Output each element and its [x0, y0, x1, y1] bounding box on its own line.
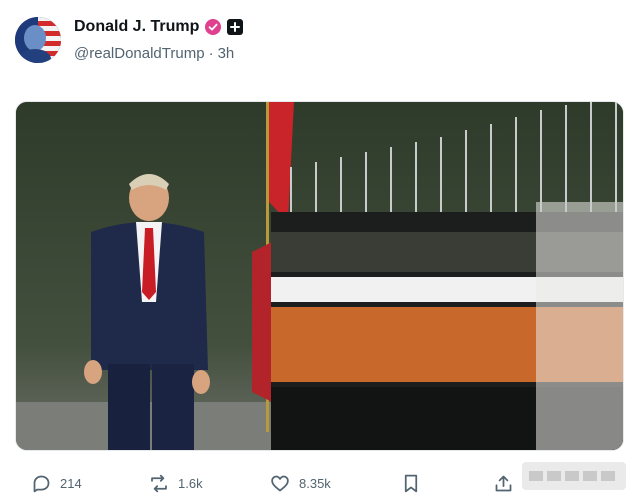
- heart-icon: [269, 473, 291, 494]
- post-time[interactable]: 3h: [218, 45, 235, 62]
- like-button[interactable]: 8.35k: [269, 473, 331, 494]
- post-header: Donald J. Trump @realDonaldTrump · 3h: [15, 15, 625, 63]
- post-photo[interactable]: [15, 101, 624, 451]
- add-follow-icon[interactable]: [227, 19, 244, 35]
- display-name[interactable]: Donald J. Trump: [74, 18, 199, 36]
- reply-icon: [31, 473, 52, 494]
- like-count: 8.35k: [299, 475, 331, 491]
- repost-button[interactable]: 1.6k: [148, 473, 203, 494]
- share-icon: [493, 473, 514, 494]
- bookmark-button[interactable]: [402, 473, 420, 494]
- repost-icon: [148, 473, 170, 494]
- handle[interactable]: @realDonaldTrump: [74, 45, 205, 62]
- separator: ·: [208, 45, 214, 62]
- reply-button[interactable]: 214: [31, 473, 82, 494]
- name-row: Donald J. Trump: [74, 18, 244, 36]
- watermark: [522, 462, 626, 490]
- avatar[interactable]: [15, 17, 61, 63]
- bookmark-icon: [402, 473, 420, 494]
- repost-count: 1.6k: [178, 475, 203, 491]
- verified-badge-icon: [205, 19, 222, 35]
- handle-row: @realDonaldTrump · 3h: [74, 45, 234, 62]
- share-button[interactable]: [493, 473, 514, 494]
- reply-count: 214: [60, 475, 82, 491]
